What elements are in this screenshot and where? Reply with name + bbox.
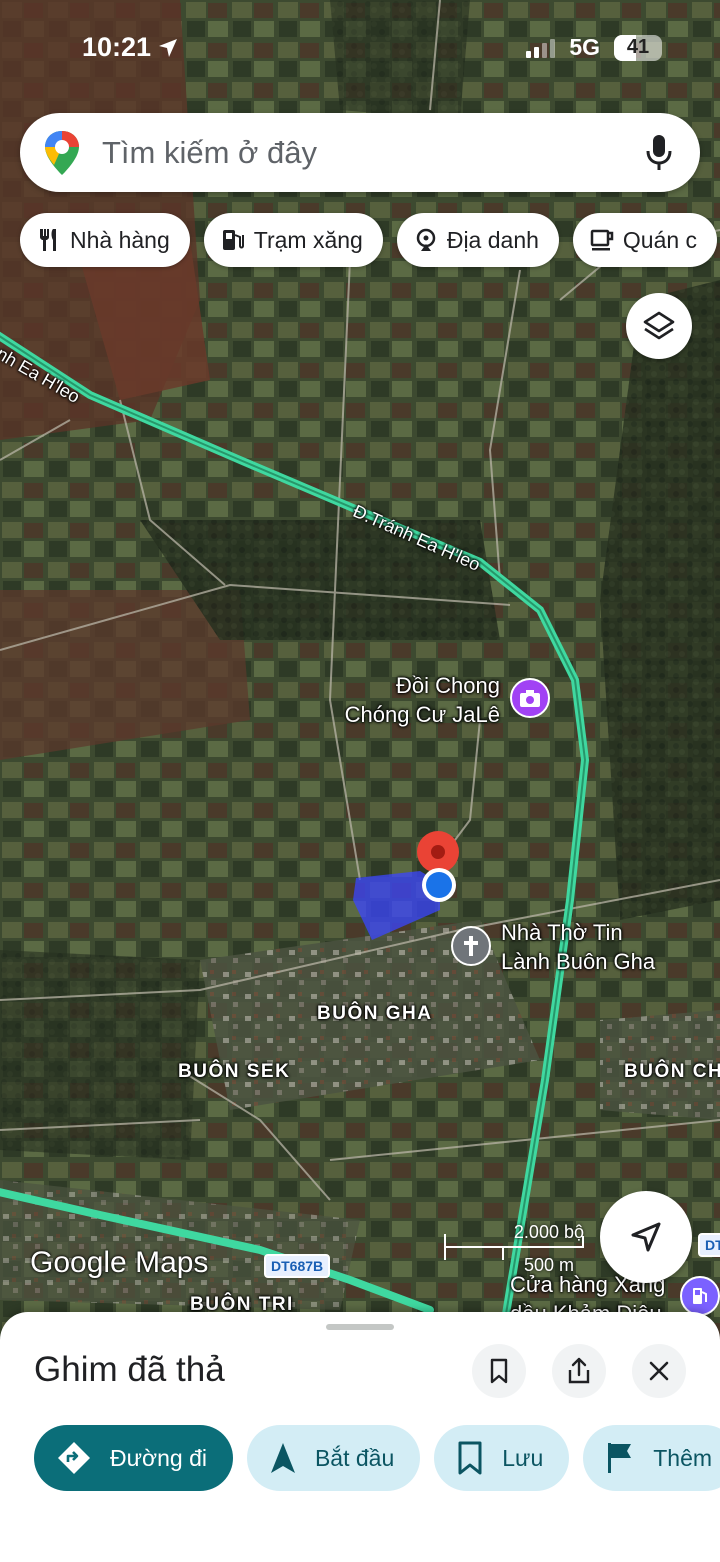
church-icon[interactable] [451,926,491,966]
area-label-buon-gha: BUÔN GHA [317,1003,433,1024]
flag-icon [608,1443,632,1473]
current-location-icon [422,868,456,902]
signal-icon [526,38,556,58]
start-button[interactable]: Bắt đầu [246,1425,421,1491]
gas-station-icon [222,230,244,250]
save-action-button[interactable]: Lưu [434,1425,570,1491]
scale-bar: 2.000 bộ 500 m [444,1222,584,1275]
directions-icon [58,1442,90,1474]
directions-button[interactable]: Đường đi [34,1425,233,1491]
share-button[interactable] [552,1344,606,1398]
action-buttons: Đường đi Bắt đầu Lưu Thêm [34,1425,720,1491]
landmark-icon [416,228,436,251]
navigation-start-icon [270,1443,295,1473]
save-button[interactable] [472,1344,526,1398]
microphone-icon[interactable] [644,133,674,173]
sheet-title: Ghim đã thả [34,1350,225,1389]
layers-icon [643,311,675,340]
share-icon [568,1357,590,1384]
sheet-drag-handle[interactable] [326,1324,394,1330]
place-sheet[interactable]: Ghim đã thả Đường đi Bắt đầu Lưu Thêm [0,1312,720,1562]
poi-label-church[interactable]: Nhà Thờ Tin Lành Buôn Gha [501,918,655,976]
close-button[interactable] [632,1344,686,1398]
maps-pin-icon [45,130,79,175]
network-type: 5G [569,34,600,60]
status-time: 10:21 [82,32,179,63]
location-arrow-icon [159,38,178,57]
area-label-buon-ch: BUÔN CH [624,1061,720,1082]
chip-gas-stations[interactable]: Trạm xăng [203,213,383,267]
layers-button[interactable] [626,293,692,359]
more-button[interactable]: Thêm [583,1425,720,1491]
bookmark-icon [490,1358,508,1384]
navigation-arrow-icon [631,1222,661,1252]
route-shield-right: DT [698,1233,720,1257]
search-bar[interactable]: Tìm kiếm ở đây [20,113,700,192]
camera-icon[interactable] [510,678,550,718]
my-location-button[interactable] [600,1191,692,1283]
poi-label-hill[interactable]: Đồi Chong Chóng Cư JaLê [345,671,500,729]
chip-restaurants[interactable]: Nhà hàng [20,213,190,267]
bookmark-icon [458,1441,482,1475]
close-icon [649,1361,669,1381]
google-maps-watermark: Google Maps [30,1246,209,1279]
search-placeholder[interactable]: Tìm kiếm ở đây [102,135,644,171]
status-indicators: 5G 41 [526,34,662,61]
chip-landmarks[interactable]: Địa danh [396,213,559,267]
restaurant-icon [40,229,56,251]
battery-icon: 41 [614,34,662,61]
gas-station-icon[interactable] [680,1276,720,1316]
coffee-icon [590,229,614,251]
route-shield: DT687B [264,1254,331,1278]
area-label-buon-sek: BUÔN SEK [178,1061,291,1082]
chip-coffee[interactable]: Quán c [572,213,718,267]
category-chips: Nhà hàng Trạm xăng Địa danh Quán c [20,213,718,267]
